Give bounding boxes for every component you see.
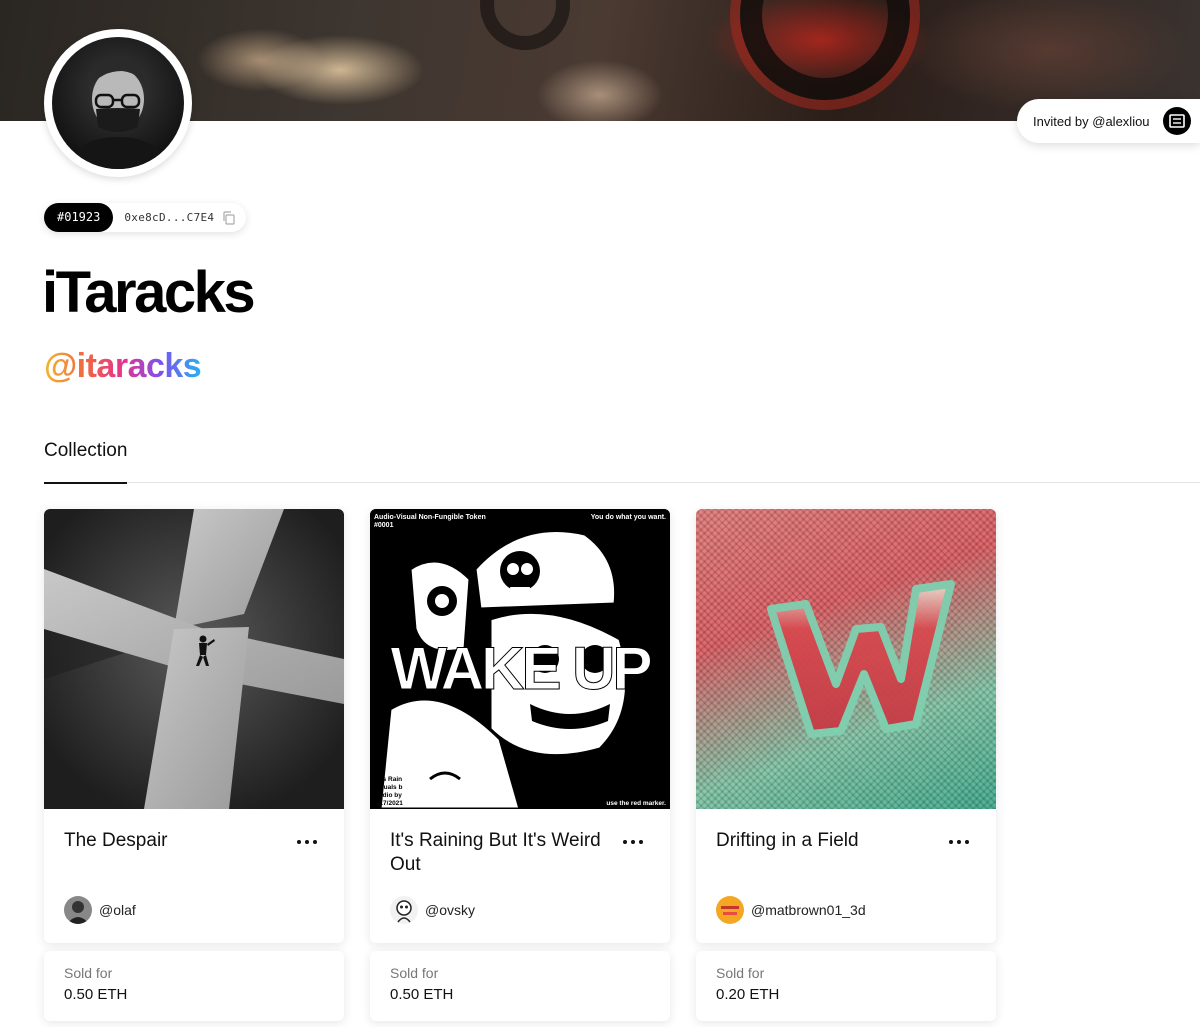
more-icon[interactable] [622,839,644,845]
art-caption: You do what you want. [591,514,666,521]
sale-info: Sold for 0.50 ETH [44,951,344,1021]
sold-label: Sold for [716,965,765,981]
tabs-divider [44,482,1200,483]
creator-link[interactable]: @matbrown01_3d [716,896,866,924]
token-number-badge: #01923 [44,203,114,232]
sold-price: 0.20 ETH [716,986,780,1003]
avatar-portrait [70,59,166,169]
despair-artwork [44,509,344,809]
nft-title[interactable]: The Despair [64,829,294,853]
art-caption: use the red marker. [606,800,666,807]
nft-card-main[interactable]: Drifting in a Field @matbrown01_3d [696,509,996,943]
nft-card-main[interactable]: Audio-Visual Non-Fungible Token #0001 Yo… [370,509,670,943]
user-handle: @itaracks [44,344,202,388]
art-caption: 3/17/2021 [374,800,403,807]
art-title-text: WAKE UP [390,635,650,702]
art-caption: Audio by [374,792,402,799]
tab-collection[interactable]: Collection [44,438,128,484]
nft-card[interactable]: Audio-Visual Non-Fungible Token #0001 Yo… [370,509,670,1021]
token-badge-row: #01923 0xe8cD...C7E4 [44,203,247,232]
sale-info: Sold for 0.50 ETH [370,951,670,1021]
display-name: iTaracks [42,260,256,325]
avatar-image [52,37,184,169]
creator-name: @matbrown01_3d [751,902,866,918]
invited-by-pill[interactable]: Invited by @alexliou [1017,99,1200,143]
creator-name: @ovsky [425,902,475,918]
creator-link[interactable]: @ovsky [390,896,475,924]
creator-avatar [390,896,418,924]
nft-card[interactable]: The Despair @olaf Sold for 0.50 ETH [44,509,344,1021]
sale-info: Sold for 0.20 ETH [696,951,996,1021]
nft-title[interactable]: It's Raining But It's Weird Out [390,829,620,877]
copy-icon[interactable] [222,210,236,225]
nft-image[interactable] [44,509,344,809]
nft-title[interactable]: Drifting in a Field [716,829,946,853]
nft-image[interactable]: Audio-Visual Non-Fungible Token #0001 Yo… [370,509,670,809]
logo-icon [1163,107,1191,135]
sold-price: 0.50 ETH [64,986,128,1003]
sold-label: Sold for [390,965,439,981]
sold-label: Sold for [64,965,113,981]
creator-avatar [716,896,744,924]
banner-image-detail [480,0,570,50]
profile-avatar [44,29,192,177]
nft-image[interactable] [696,509,996,809]
nft-card[interactable]: Drifting in a Field @matbrown01_3d Sold … [696,509,996,1021]
drifting-artwork [767,580,955,738]
art-caption: Visuals b [374,784,402,791]
art-caption: Audio-Visual Non-Fungible Token [374,514,486,521]
wake-up-artwork: Audio-Visual Non-Fungible Token #0001 Yo… [370,509,670,809]
sold-price: 0.50 ETH [390,986,454,1003]
art-caption: "It's Rain [374,776,402,783]
creator-name: @olaf [99,902,136,918]
nft-card-main[interactable]: The Despair @olaf [44,509,344,943]
art-caption: #0001 [374,522,394,529]
more-icon[interactable] [948,839,970,845]
banner-image-detail [740,0,910,100]
creator-link[interactable]: @olaf [64,896,136,924]
creator-avatar [64,896,92,924]
more-icon[interactable] [296,839,318,845]
wallet-address: 0xe8cD...C7E4 [124,211,215,224]
invited-by-text: Invited by @alexliou [1033,113,1150,129]
